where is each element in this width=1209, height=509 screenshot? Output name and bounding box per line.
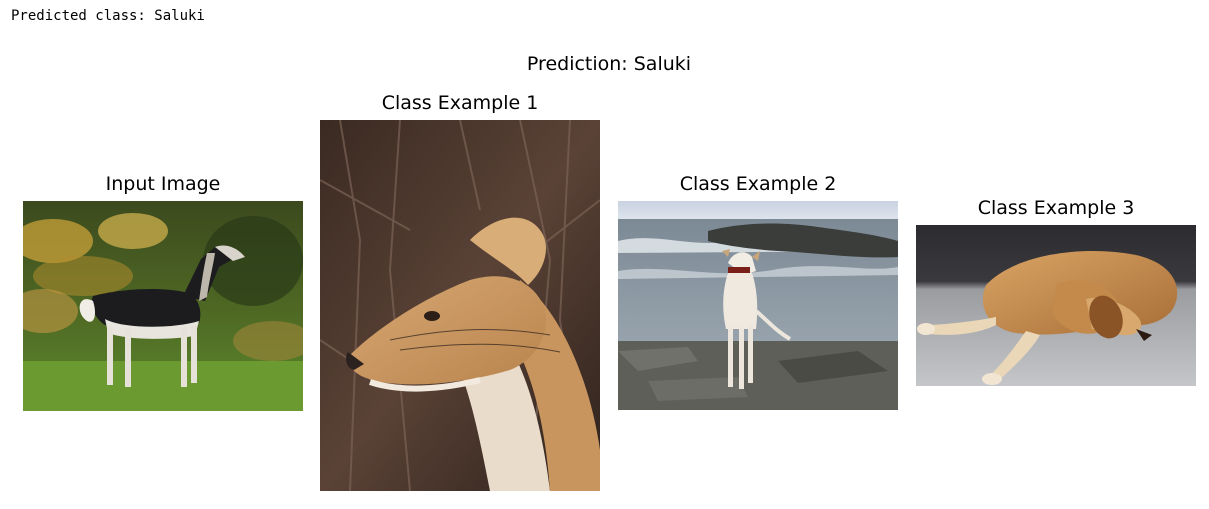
panel-title: Class Example 2 bbox=[679, 173, 837, 195]
class-example-2-image bbox=[618, 201, 898, 410]
panel-input-image: Input Image bbox=[23, 172, 303, 412]
panel-title: Class Example 1 bbox=[381, 92, 539, 114]
input-image bbox=[23, 201, 303, 411]
panel-class-example-2: Class Example 2 bbox=[618, 172, 898, 411]
class-example-3-image bbox=[916, 225, 1196, 386]
cell-output-text: Predicted class: Saluki bbox=[11, 8, 205, 24]
panel-class-example-3: Class Example 3 bbox=[916, 196, 1196, 387]
panel-title: Input Image bbox=[105, 173, 221, 195]
panel-class-example-1: Class Example 1 bbox=[320, 91, 600, 492]
figure-suptitle: Prediction: Saluki bbox=[526, 53, 692, 75]
class-example-1-image bbox=[320, 120, 600, 491]
panel-title: Class Example 3 bbox=[977, 197, 1135, 219]
